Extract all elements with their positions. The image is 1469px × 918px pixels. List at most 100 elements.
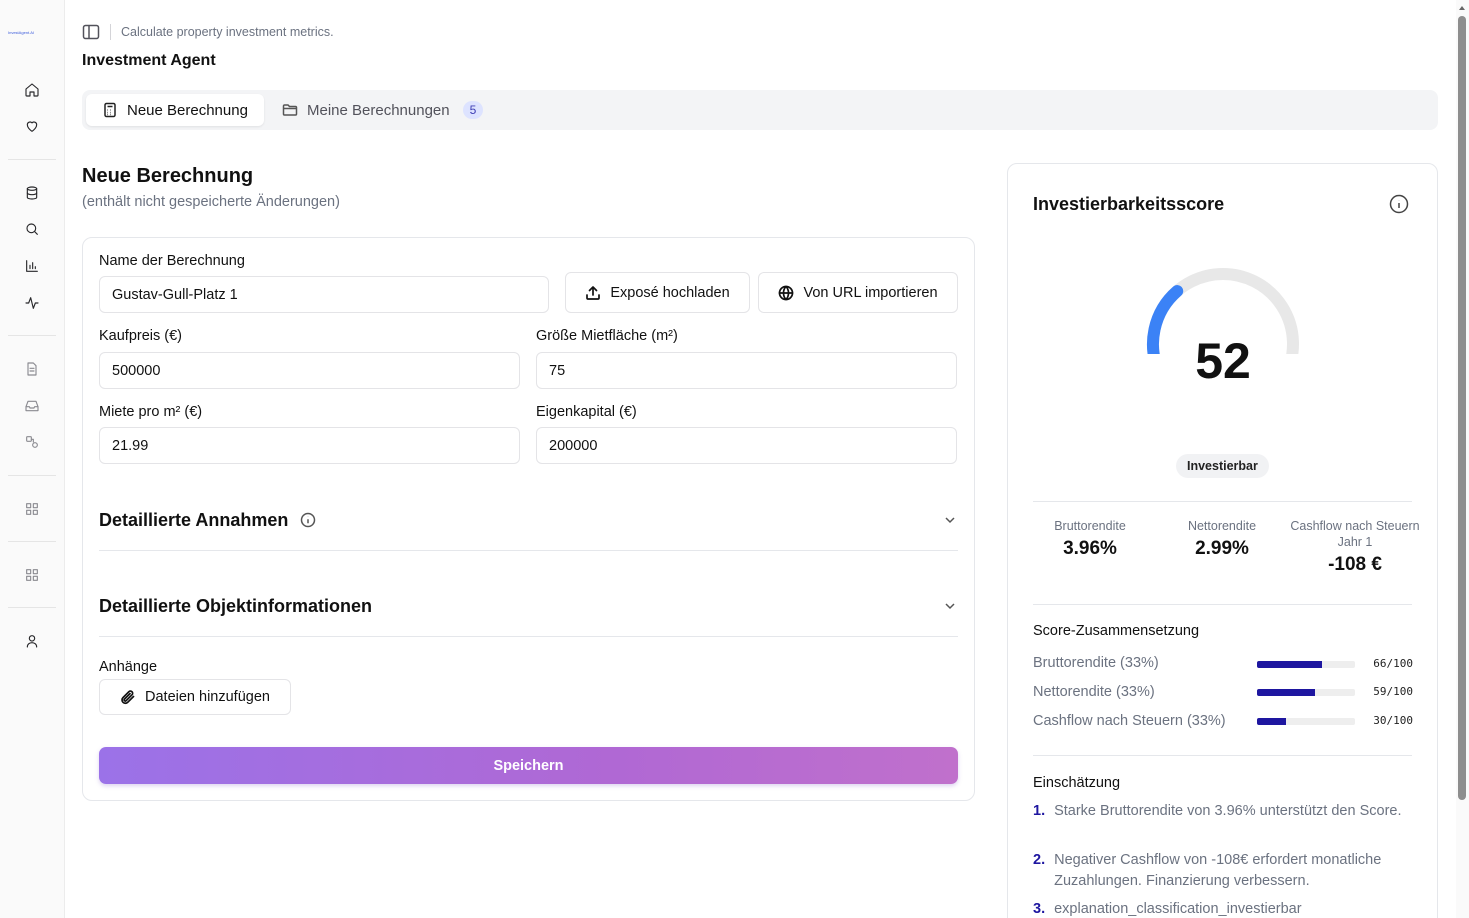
chevron-down-icon [942,598,958,614]
section-divider [99,636,958,637]
info-icon[interactable] [300,512,316,528]
assessment-text: Negativer Cashflow von -108€ erfordert m… [1054,852,1382,889]
kpi-value: 3.96% [1063,538,1117,559]
paperclip-icon [121,690,135,705]
page-title: Investment Agent [82,52,216,69]
button-label: Dateien hinzufügen [145,689,270,705]
assessment-text: explanation_classification_investierbar [1054,901,1302,917]
sidebar-toggle-button[interactable] [82,23,100,41]
header-divider [110,24,111,40]
kpi-value: -108 € [1328,554,1382,575]
composition-label: Cashflow nach Steuern (33%) [1033,713,1226,729]
assessment-item: 2. Negativer Cashflow von -108€ erforder… [1033,850,1413,892]
kpi-label: Bruttorendite [1054,519,1126,533]
kaufpreis-label: Kaufpreis (€) [99,328,183,344]
globe-icon [779,285,794,300]
bar-chart-icon[interactable] [21,255,43,277]
button-label: Exposé hochladen [610,284,730,301]
sidebar-divider [8,335,56,336]
page-subtitle: Calculate property investment metrics. [121,25,334,39]
assessment-number: 1. [1033,803,1046,819]
panel-icon [82,24,100,40]
calculator-icon [104,102,116,118]
name-label: Name der Berechnung [99,253,245,269]
calculation-form: Name der Berechnung Exposé hochladen Von… [82,237,975,801]
sidebar: InvestAgent.AI [0,0,65,918]
sidebar-divider [8,159,56,160]
chevron-down-icon [942,512,958,528]
home-icon[interactable] [21,79,43,101]
tab-my-calculations[interactable]: Meine Berechnungen 5 [266,94,499,126]
name-input[interactable] [99,276,549,313]
search-icon[interactable] [21,218,43,240]
divider [1033,755,1412,756]
divider [1033,501,1412,502]
assessment-item: 3. explanation_classification_investierb… [1033,899,1413,918]
section-object-toggle[interactable]: Detaillierte Objektinformationen [99,586,958,626]
status-badge: Investierbar [1176,454,1269,478]
grid-icon[interactable] [21,498,43,520]
assessment-number: 2. [1033,852,1046,868]
attachments-label: Anhänge [99,659,158,675]
upload-expose-button[interactable]: Exposé hochladen [565,272,750,313]
tab-label: Meine Berechnungen [307,101,450,119]
grid-icon[interactable] [21,564,43,586]
assessment-title: Einschätzung [1033,775,1121,791]
composition-bar-fill [1257,661,1322,668]
composition-label: Nettorendite (33%) [1033,684,1155,700]
shapes-icon[interactable] [21,431,43,453]
kpi-cashflow: Cashflow nach Steuern Jahr 1 -108 € [1289,518,1421,576]
kaufpreis-input[interactable] [99,352,520,389]
add-files-button[interactable]: Dateien hinzufügen [99,679,291,715]
heart-icon[interactable] [21,115,43,137]
import-url-button[interactable]: Von URL importieren [758,272,958,313]
sidebar-divider [8,607,56,608]
kpi-netto: Nettorendite 2.99% [1157,518,1287,560]
database-icon[interactable] [21,182,43,204]
section-title: Detaillierte Annahmen [99,509,289,530]
section-assumptions-toggle[interactable]: Detaillierte Annahmen [99,500,958,540]
composition-title: Score-Zusammensetzung [1033,623,1200,639]
assessment-item: 1. Starke Bruttorendite von 3.96% unters… [1033,801,1413,822]
divider [1033,604,1412,605]
composition-bar [1257,689,1355,696]
info-icon[interactable] [1389,194,1409,214]
composition-value: 30/100 [1373,714,1413,727]
composition-bar [1257,718,1355,725]
composition-bar-fill [1257,689,1315,696]
sidebar-divider [8,541,56,542]
save-button[interactable]: Speichern [99,747,958,784]
form-title: Neue Berechnung [82,165,254,187]
kpi-value: 2.99% [1195,538,1249,559]
kpi-label: Cashflow nach Steuern Jahr 1 [1290,519,1420,549]
kpi-label: Nettorendite [1187,519,1257,533]
inbox-icon[interactable] [21,395,43,417]
eigenkapital-input[interactable] [536,427,957,464]
flaeche-input[interactable] [536,352,957,389]
eigenkapital-label: Eigenkapital (€) [536,404,637,420]
scrollbar-thumb[interactable] [1458,16,1466,800]
upload-icon [586,285,601,300]
tab-label: Neue Berechnung [127,101,248,119]
count-badge: 5 [462,101,484,119]
scroll-up-arrow-icon[interactable] [1458,4,1466,12]
sidebar-divider [8,475,56,476]
miete-input[interactable] [99,427,520,464]
section-divider [99,550,958,551]
button-label: Von URL importieren [803,284,938,301]
document-icon[interactable] [21,358,43,380]
folder-icon [282,104,298,116]
assessment-number: 3. [1033,901,1046,917]
app-logo: InvestAgent.AI [8,30,35,35]
tab-new-calculation[interactable]: Neue Berechnung [86,94,264,126]
kpi-brutto: Bruttorendite 3.96% [1025,518,1155,560]
score-card: Investierbarkeitsscore 52 Investierbar B… [1007,163,1438,918]
form-subtitle: (enthält nicht gespeicherte Änderungen) [82,194,340,210]
flaeche-label: Größe Mietfläche (m²) [536,328,678,344]
composition-value: 59/100 [1373,685,1413,698]
assessment-text: Starke Bruttorendite von 3.96% unterstüt… [1054,803,1402,819]
activity-icon[interactable] [21,292,43,314]
score-value: 52 [1195,333,1251,389]
section-title: Detaillierte Objektinformationen [99,595,373,616]
user-icon[interactable] [21,630,43,652]
